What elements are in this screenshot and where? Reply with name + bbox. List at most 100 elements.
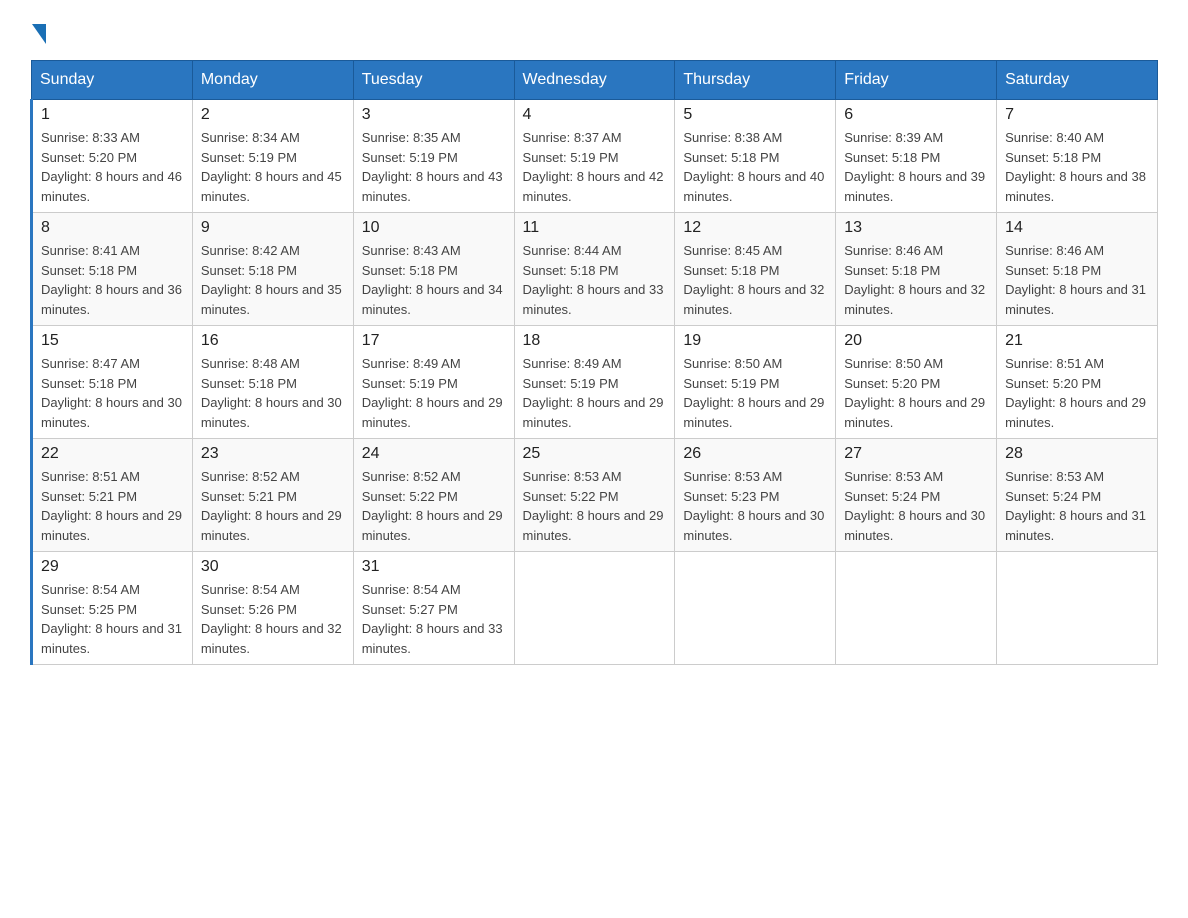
table-row: 19 Sunrise: 8:50 AMSunset: 5:19 PMDayligh…: [675, 326, 836, 439]
table-row: 20Sunrise: 8:50 AMSunset: 5:20 PMDayligh…: [836, 326, 997, 439]
table-row: [997, 552, 1158, 665]
table-row: 28Sunrise: 8:53 AMSunset: 5:24 PMDayligh…: [997, 439, 1158, 552]
day-number: 9: [201, 219, 345, 237]
table-row: 29 Sunrise: 8:54 AMSunset: 5:25 PMDayligh…: [32, 552, 193, 665]
calendar-week-row: 22 Sunrise: 8:51 AMSunset: 5:21 PMDayligh…: [32, 439, 1158, 552]
day-number: 19: [683, 332, 827, 350]
col-wednesday: Wednesday: [514, 61, 675, 100]
page-header: [30, 20, 1158, 40]
day-number: 30: [201, 558, 345, 576]
calendar-week-row: 15 Sunrise: 8:47 AMSunset: 5:18 PMDayligh…: [32, 326, 1158, 439]
day-info: Sunrise: 8:46 AMSunset: 5:18 PMDaylight:…: [844, 241, 988, 319]
day-number: 29: [41, 558, 184, 576]
table-row: 7 Sunrise: 8:40 AMSunset: 5:18 PMDaylight…: [997, 100, 1158, 213]
day-number: 23: [201, 445, 345, 463]
table-row: 21 Sunrise: 8:51 AMSunset: 5:20 PMDayligh…: [997, 326, 1158, 439]
day-number: 6: [844, 106, 988, 124]
day-number: 1: [41, 106, 184, 124]
calendar-week-row: 29 Sunrise: 8:54 AMSunset: 5:25 PMDayligh…: [32, 552, 1158, 665]
table-row: [675, 552, 836, 665]
table-row: 18 Sunrise: 8:49 AMSunset: 5:19 PMDayligh…: [514, 326, 675, 439]
table-row: 6 Sunrise: 8:39 AMSunset: 5:18 PMDaylight…: [836, 100, 997, 213]
day-number: 2: [201, 106, 345, 124]
day-info: Sunrise: 8:54 AMSunset: 5:26 PMDaylight:…: [201, 580, 345, 658]
day-number: 11: [523, 219, 667, 237]
day-number: 13: [844, 219, 988, 237]
day-info: Sunrise: 8:44 AMSunset: 5:18 PMDaylight:…: [523, 241, 667, 319]
day-number: 5: [683, 106, 827, 124]
calendar-table: Sunday Monday Tuesday Wednesday Thursday…: [30, 60, 1158, 665]
day-info: Sunrise: 8:46 AMSunset: 5:18 PMDaylight:…: [1005, 241, 1149, 319]
col-thursday: Thursday: [675, 61, 836, 100]
calendar-week-row: 8 Sunrise: 8:41 AMSunset: 5:18 PMDaylight…: [32, 213, 1158, 326]
day-info: Sunrise: 8:33 AMSunset: 5:20 PMDaylight:…: [41, 128, 184, 206]
day-number: 3: [362, 106, 506, 124]
table-row: 24Sunrise: 8:52 AMSunset: 5:22 PMDayligh…: [353, 439, 514, 552]
day-number: 10: [362, 219, 506, 237]
table-row: 1 Sunrise: 8:33 AMSunset: 5:20 PMDaylight…: [32, 100, 193, 213]
day-number: 18: [523, 332, 667, 350]
day-info: Sunrise: 8:50 AMSunset: 5:19 PMDaylight:…: [683, 354, 827, 432]
day-info: Sunrise: 8:52 AMSunset: 5:21 PMDaylight:…: [201, 467, 345, 545]
table-row: [836, 552, 997, 665]
table-row: 9 Sunrise: 8:42 AMSunset: 5:18 PMDaylight…: [192, 213, 353, 326]
table-row: 26Sunrise: 8:53 AMSunset: 5:23 PMDayligh…: [675, 439, 836, 552]
day-number: 25: [523, 445, 667, 463]
table-row: 5 Sunrise: 8:38 AMSunset: 5:18 PMDaylight…: [675, 100, 836, 213]
day-info: Sunrise: 8:53 AMSunset: 5:24 PMDaylight:…: [1005, 467, 1149, 545]
day-info: Sunrise: 8:42 AMSunset: 5:18 PMDaylight:…: [201, 241, 345, 319]
day-number: 31: [362, 558, 506, 576]
calendar-week-row: 1 Sunrise: 8:33 AMSunset: 5:20 PMDaylight…: [32, 100, 1158, 213]
day-number: 15: [41, 332, 184, 350]
day-number: 14: [1005, 219, 1149, 237]
table-row: 15 Sunrise: 8:47 AMSunset: 5:18 PMDayligh…: [32, 326, 193, 439]
day-info: Sunrise: 8:41 AMSunset: 5:18 PMDaylight:…: [41, 241, 184, 319]
table-row: 25Sunrise: 8:53 AMSunset: 5:22 PMDayligh…: [514, 439, 675, 552]
col-tuesday: Tuesday: [353, 61, 514, 100]
table-row: 12Sunrise: 8:45 AMSunset: 5:18 PMDayligh…: [675, 213, 836, 326]
table-row: 23 Sunrise: 8:52 AMSunset: 5:21 PMDayligh…: [192, 439, 353, 552]
day-info: Sunrise: 8:53 AMSunset: 5:24 PMDaylight:…: [844, 467, 988, 545]
day-number: 24: [362, 445, 506, 463]
day-number: 8: [41, 219, 184, 237]
day-number: 17: [362, 332, 506, 350]
day-info: Sunrise: 8:51 AMSunset: 5:21 PMDaylight:…: [41, 467, 184, 545]
day-info: Sunrise: 8:51 AMSunset: 5:20 PMDaylight:…: [1005, 354, 1149, 432]
day-number: 22: [41, 445, 184, 463]
table-row: 17Sunrise: 8:49 AMSunset: 5:19 PMDayligh…: [353, 326, 514, 439]
table-row: 13 Sunrise: 8:46 AMSunset: 5:18 PMDayligh…: [836, 213, 997, 326]
day-number: 4: [523, 106, 667, 124]
table-row: 3 Sunrise: 8:35 AMSunset: 5:19 PMDaylight…: [353, 100, 514, 213]
day-info: Sunrise: 8:54 AMSunset: 5:25 PMDaylight:…: [41, 580, 184, 658]
day-number: 7: [1005, 106, 1149, 124]
table-row: 11 Sunrise: 8:44 AMSunset: 5:18 PMDayligh…: [514, 213, 675, 326]
day-info: Sunrise: 8:49 AMSunset: 5:19 PMDaylight:…: [523, 354, 667, 432]
table-row: 31 Sunrise: 8:54 AMSunset: 5:27 PMDayligh…: [353, 552, 514, 665]
day-info: Sunrise: 8:43 AMSunset: 5:18 PMDaylight:…: [362, 241, 506, 319]
day-info: Sunrise: 8:34 AMSunset: 5:19 PMDaylight:…: [201, 128, 345, 206]
day-number: 21: [1005, 332, 1149, 350]
table-row: 27 Sunrise: 8:53 AMSunset: 5:24 PMDayligh…: [836, 439, 997, 552]
col-monday: Monday: [192, 61, 353, 100]
table-row: 8 Sunrise: 8:41 AMSunset: 5:18 PMDaylight…: [32, 213, 193, 326]
day-number: 27: [844, 445, 988, 463]
logo-arrow-icon: [32, 24, 46, 44]
day-info: Sunrise: 8:47 AMSunset: 5:18 PMDaylight:…: [41, 354, 184, 432]
day-info: Sunrise: 8:38 AMSunset: 5:18 PMDaylight:…: [683, 128, 827, 206]
col-sunday: Sunday: [32, 61, 193, 100]
table-row: 4 Sunrise: 8:37 AMSunset: 5:19 PMDaylight…: [514, 100, 675, 213]
table-row: 2 Sunrise: 8:34 AMSunset: 5:19 PMDaylight…: [192, 100, 353, 213]
day-info: Sunrise: 8:54 AMSunset: 5:27 PMDaylight:…: [362, 580, 506, 658]
day-number: 12: [683, 219, 827, 237]
table-row: [514, 552, 675, 665]
logo: [30, 20, 46, 40]
col-friday: Friday: [836, 61, 997, 100]
day-number: 16: [201, 332, 345, 350]
table-row: 30 Sunrise: 8:54 AMSunset: 5:26 PMDayligh…: [192, 552, 353, 665]
day-info: Sunrise: 8:39 AMSunset: 5:18 PMDaylight:…: [844, 128, 988, 206]
day-info: Sunrise: 8:35 AMSunset: 5:19 PMDaylight:…: [362, 128, 506, 206]
day-info: Sunrise: 8:40 AMSunset: 5:18 PMDaylight:…: [1005, 128, 1149, 206]
day-info: Sunrise: 8:37 AMSunset: 5:19 PMDaylight:…: [523, 128, 667, 206]
day-info: Sunrise: 8:48 AMSunset: 5:18 PMDaylight:…: [201, 354, 345, 432]
table-row: 16 Sunrise: 8:48 AMSunset: 5:18 PMDayligh…: [192, 326, 353, 439]
